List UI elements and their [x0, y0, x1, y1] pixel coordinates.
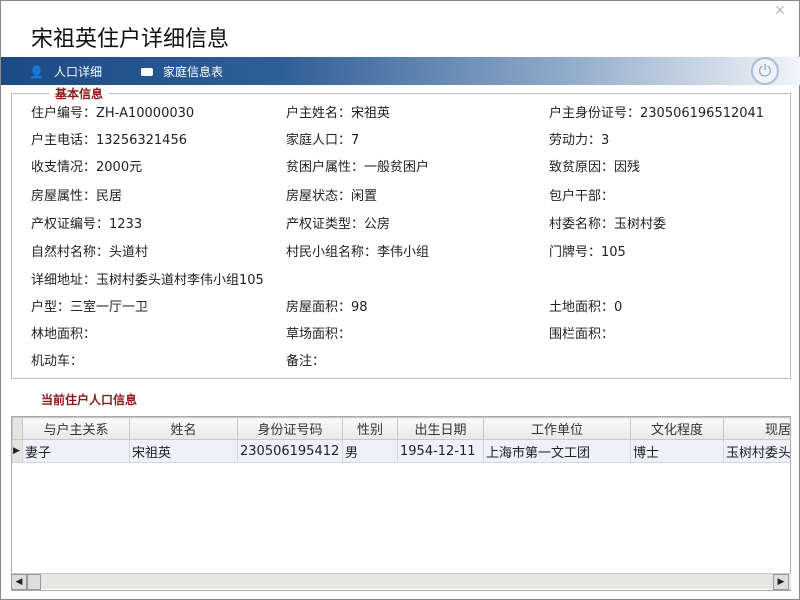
- info-field: 产权证类型：公房: [286, 217, 391, 232]
- info-field: 户主身份证号：230506196512041: [549, 106, 765, 121]
- table-row[interactable]: ▶ 妻子 宋祖英 230506195412 男 1954-12-11 上海市第一文工团 博士玉…: [12, 439, 790, 463]
- info-field: 家庭人口：7: [286, 133, 360, 148]
- info-field: 收支情况：2000元: [31, 160, 143, 175]
- info-field: 自然村名称：头道村: [31, 245, 149, 260]
- column-header[interactable]: 与户主关系: [22, 417, 130, 440]
- column-header[interactable]: 现居: [723, 417, 790, 440]
- horizontal-scrollbar[interactable]: ◀ ▶: [11, 573, 791, 590]
- column-header[interactable]: 出生日期: [397, 417, 484, 440]
- column-header[interactable]: 工作单位: [483, 417, 631, 440]
- info-field: 土地面积：0: [549, 300, 623, 315]
- info-field: 户型：三室一厅一卫: [31, 300, 149, 315]
- info-field: 住户编号：ZH-A10000030: [31, 106, 195, 121]
- table-cell[interactable]: 宋祖英: [129, 439, 238, 463]
- column-header[interactable]: 性别: [342, 417, 398, 440]
- scroll-thumb[interactable]: [27, 574, 41, 590]
- tab-label: 人口详细: [53, 65, 102, 79]
- info-field: 备注：: [286, 354, 326, 369]
- info-field: 房屋属性：民居: [31, 189, 123, 204]
- info-field: 房屋面积：98: [286, 300, 368, 315]
- table-cell[interactable]: 男: [342, 439, 398, 463]
- tab-label: 家庭信息表: [163, 65, 224, 79]
- info-field: 劳动力：3: [549, 133, 610, 148]
- nav-banner: 👤 人口详细 家庭信息表 ⏻: [1, 57, 800, 85]
- row-selector-icon[interactable]: ▶: [12, 439, 23, 463]
- card-icon: [141, 67, 153, 76]
- table-cell[interactable]: 玉树村委头: [723, 439, 790, 463]
- table-cell[interactable]: 上海市第一文工团: [483, 439, 631, 463]
- scroll-right-icon[interactable]: ▶: [773, 574, 789, 590]
- table-cell[interactable]: 1954-12-11: [397, 439, 484, 463]
- basic-info-legend: 基本信息: [49, 85, 110, 102]
- column-header[interactable]: 文化程度: [630, 417, 724, 440]
- info-field: 详细地址：玉树村委头道村李伟小组105: [31, 273, 264, 288]
- tab-person-detail[interactable]: 👤 人口详细: [29, 63, 102, 80]
- close-icon[interactable]: ✕: [771, 3, 789, 19]
- info-field: 村民小组名称：李伟小组: [286, 245, 430, 260]
- residents-title: 当前住户人口信息: [41, 393, 138, 407]
- residents-table: 与户主关系 姓名 身份证号码 性别 出生日期 工作单位 文化程度 现居 ▶ 妻子 宋祖英 23050…: [11, 416, 791, 591]
- info-field: 围栏面积：: [549, 327, 615, 342]
- column-header[interactable]: 身份证号码: [237, 417, 343, 440]
- tab-family-info[interactable]: 家庭信息表: [141, 63, 223, 80]
- row-header-corner: [12, 417, 23, 440]
- power-icon[interactable]: ⏻: [751, 57, 779, 85]
- window-title: 宋祖英住户详细信息: [31, 27, 230, 52]
- info-field: 机动车：: [31, 354, 84, 369]
- info-field: 产权证编号：1233: [31, 217, 143, 232]
- info-field: 村委名称：玉树村委: [549, 217, 667, 232]
- info-field: 房屋状态：闲置: [286, 189, 378, 204]
- table-cell[interactable]: 妻子: [22, 439, 130, 463]
- info-field: 户主电话：13256321456: [31, 133, 187, 148]
- info-field: 致贫原因：因残: [549, 160, 641, 175]
- info-field: 包户干部：: [549, 189, 615, 204]
- user-icon: 👤: [29, 64, 44, 79]
- info-field: 门牌号：105: [549, 245, 626, 260]
- column-header[interactable]: 姓名: [129, 417, 238, 440]
- info-field: 贫困户属性：一般贫困户: [286, 160, 430, 175]
- info-field: 户主姓名：宋祖英: [286, 106, 391, 121]
- info-field: 林地面积：: [31, 327, 97, 342]
- info-field: 草场面积：: [286, 327, 352, 342]
- scroll-left-icon[interactable]: ◀: [11, 574, 27, 590]
- table-cell[interactable]: 230506195412: [237, 439, 343, 463]
- table-cell[interactable]: 博士: [630, 439, 724, 463]
